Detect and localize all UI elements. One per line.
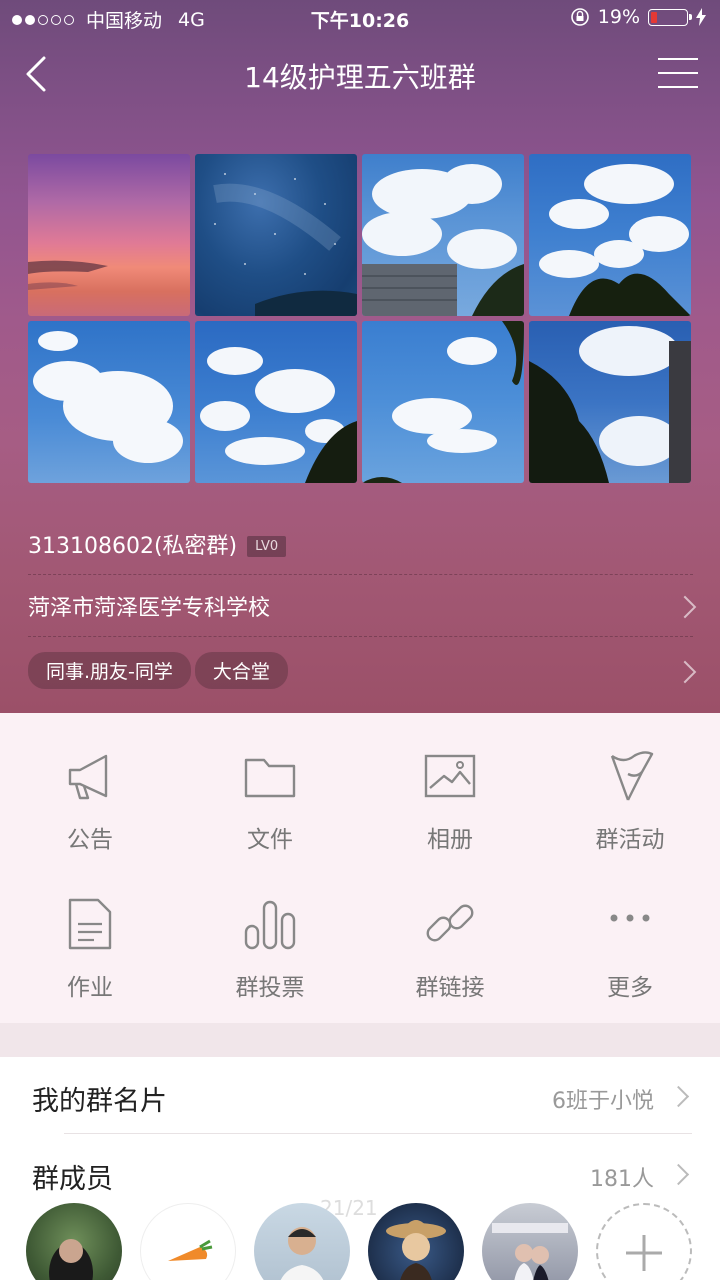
flag-icon <box>610 751 654 801</box>
group-photo[interactable] <box>362 321 524 483</box>
group-profile-screen: 中国移动 4G 下午10:26 19% 14级护理五六班群 313108602(… <box>0 0 720 1280</box>
group-photo[interactable] <box>195 154 357 316</box>
photo-icon <box>424 754 476 798</box>
folder-icon <box>244 758 296 798</box>
function-label: 相册 <box>427 827 473 853</box>
chevron-right-icon <box>667 1163 690 1186</box>
group-photo[interactable] <box>28 321 190 483</box>
chevron-right-icon <box>673 660 697 684</box>
menu-button[interactable] <box>658 58 698 90</box>
function-panel: 公告 文件 相册 群活动 作业 群投票 群链接 更多 <box>0 713 720 1023</box>
group-id-label: 313108602(私密群) <box>28 534 238 559</box>
files-button[interactable]: 文件 <box>180 748 360 854</box>
battery-percent: 19% <box>597 6 640 28</box>
avatar[interactable] <box>368 1203 464 1280</box>
group-vote-button[interactable]: 群投票 <box>180 896 360 1002</box>
hamburger-menu-icon <box>658 58 698 60</box>
group-link-button[interactable]: 群链接 <box>360 896 540 1002</box>
avatar[interactable] <box>482 1203 578 1280</box>
chevron-right-icon <box>673 595 697 619</box>
group-tag: 同事.朋友-同学 <box>28 652 191 689</box>
battery-fill <box>651 11 658 23</box>
function-label: 群投票 <box>235 975 305 1001</box>
orientation-lock-icon <box>570 8 589 26</box>
function-label: 群链接 <box>415 975 485 1001</box>
plus-icon <box>626 1235 662 1271</box>
row-title: 群成员 <box>32 1164 113 1195</box>
group-tag: 大合堂 <box>194 652 288 689</box>
tags-row[interactable]: 同事.朋友-同学 大合堂 <box>28 652 697 689</box>
avatar[interactable] <box>254 1203 350 1280</box>
avatar[interactable] <box>140 1203 236 1280</box>
function-label: 文件 <box>247 827 293 853</box>
row-value: 181人 <box>590 1167 654 1192</box>
row-title: 我的群名片 <box>32 1086 167 1117</box>
function-label: 作业 <box>67 975 113 1001</box>
status-right: 19% <box>570 6 706 28</box>
function-label: 公告 <box>67 827 113 853</box>
row-value: 6班于小悦 <box>552 1089 654 1114</box>
chevron-right-icon <box>667 1085 690 1108</box>
divider <box>28 636 693 637</box>
add-member-button[interactable] <box>596 1203 692 1280</box>
group-photo-grid <box>28 154 692 483</box>
megaphone-icon <box>68 754 108 800</box>
homework-button[interactable]: 作业 <box>0 896 180 1002</box>
more-button[interactable]: 更多 <box>540 896 720 1002</box>
link-icon <box>426 904 474 942</box>
function-label: 群活动 <box>595 827 665 853</box>
bar-chart-icon <box>244 900 296 950</box>
section-gap <box>0 1023 720 1057</box>
location-row[interactable]: 菏泽市菏泽医学专科学校 <box>28 590 697 622</box>
announcement-button[interactable]: 公告 <box>0 748 180 854</box>
group-photo[interactable] <box>529 321 691 483</box>
group-photo[interactable] <box>529 154 691 316</box>
album-button[interactable]: 相册 <box>360 748 540 854</box>
group-photo[interactable] <box>28 154 190 316</box>
divider <box>28 574 693 575</box>
group-photo[interactable] <box>362 154 524 316</box>
member-avatar-strip <box>26 1203 706 1280</box>
charging-bolt-icon <box>696 8 706 26</box>
document-icon <box>68 898 112 950</box>
more-dots-icon <box>610 914 650 922</box>
group-id-row: 313108602(私密群) LV0 <box>28 528 693 560</box>
battery-icon <box>648 8 692 26</box>
level-badge: LV0 <box>247 536 287 557</box>
divider <box>64 1133 692 1134</box>
group-activity-button[interactable]: 群活动 <box>540 748 720 854</box>
nav-bar: 14级护理五六班群 <box>0 44 720 104</box>
my-group-card-row[interactable]: 我的群名片 6班于小悦 <box>32 1057 692 1135</box>
function-label: 更多 <box>607 975 653 1001</box>
location-label: 菏泽市菏泽医学专科学校 <box>28 596 271 621</box>
status-bar: 中国移动 4G 下午10:26 19% <box>0 0 720 36</box>
avatar[interactable] <box>26 1203 122 1280</box>
page-title: 14级护理五六班群 <box>244 61 476 94</box>
group-photo[interactable] <box>195 321 357 483</box>
